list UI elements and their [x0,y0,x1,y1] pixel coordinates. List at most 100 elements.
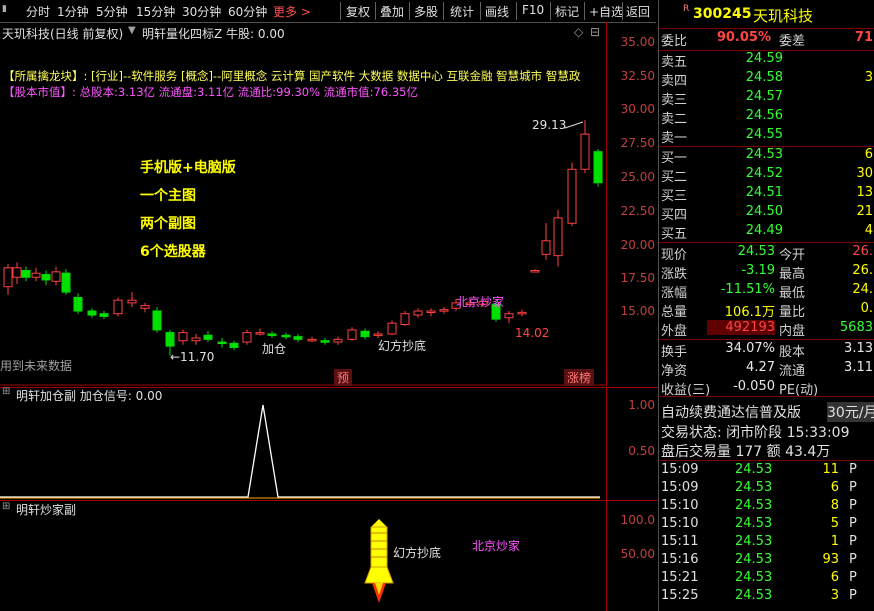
bid-row: 买一 24.53 6 [659,147,874,166]
trade-volume: 6 [830,480,839,495]
after-hours-row: 盘后交易量 177 额 43.4万 [659,441,874,460]
candle-body [203,334,213,340]
candle-body [87,310,97,316]
tab-30min[interactable]: 30分钟 [182,3,221,20]
candle-body [293,336,303,340]
bid-price: 24.52 [745,166,783,181]
bid-price: 24.50 [745,204,783,219]
fuquan-button[interactable]: 复权 [346,3,370,20]
trade-side: P [849,552,857,567]
ask-row: 卖二 24.56 [659,108,874,127]
candle-body [387,322,397,335]
trade-price: 24.53 [735,462,773,477]
ytick: 27.50 [620,136,655,150]
ytick: 25.00 [620,170,655,184]
stat-value: 3.11 [844,360,873,375]
candle-body [267,333,277,336]
sub-panel-trader[interactable]: ⊞ 明轩炒家副 幻方抄底 北京炒家 100.0 50.00 [0,501,658,611]
ask-row: 卖五 24.59 [659,51,874,70]
stat-label: 最高 [779,267,806,282]
status-row: 交易状态: 闭市阶段 15:33:09 [659,422,874,441]
ask-label: 卖三 [661,93,688,108]
candle-body [191,337,201,342]
tab-1min[interactable]: 1分钟 [57,3,89,20]
trade-time: 15:21 [661,570,699,585]
main-kline-panel[interactable]: 天玑科技(日线 前复权) ▼ 明轩量化四标Z 牛股: 0.00 ◇ ⊟ 【所属擒… [0,22,658,388]
trade-time: 15:10 [661,516,699,531]
tick-trade-row: 15:09 24.53 11 P [659,462,874,480]
stat-value: 26. [852,263,873,278]
ytick: 30.00 [620,102,655,116]
ask-row: 卖四 24.58 3 [659,70,874,89]
candle-body [541,240,551,255]
mark-button[interactable]: 标记 [555,3,579,20]
overlay-button[interactable]: 叠加 [380,3,404,20]
stat-row: 现价 24.53 今开 26. [659,244,874,263]
candle-body [217,341,227,345]
trade-volume: 93 [822,552,839,567]
ad-row[interactable]: 自动续费通达信普及版 30元/月 [659,402,874,422]
multi-stock-button[interactable]: 多股 [414,3,438,20]
stat-row: 涨幅 -11.51% 最低 24. [659,282,874,301]
bid-label: 买三 [661,189,688,204]
tick-trade-row: 15:21 24.53 6 P [659,570,874,588]
trade-volume: 3 [830,588,839,603]
zhangting-tag: 涨榜 [564,369,595,386]
bid-row: 买二 24.52 30 [659,166,874,185]
f10-button[interactable]: F10 [522,3,544,17]
stat-value: 4.27 [746,360,775,375]
stat-label: 涨幅 [661,286,688,301]
quote-header: R 300245 天玑科技 [659,4,874,26]
tab-fenshi[interactable]: 分时 [26,3,50,20]
ytick: 22.50 [620,204,655,218]
stat-value: 492193 [707,320,775,335]
bid-price: 24.49 [745,223,783,238]
weibi-row: 委比 90.05% 委差 71 [659,30,874,49]
trade-price: 24.53 [735,534,773,549]
ad-price[interactable]: 30元/月 [827,402,874,422]
candle-body [281,334,291,338]
stock-code: 300245 [693,6,752,22]
bid-volume: 13 [856,185,873,200]
stat-row: 换手 34.07% 股本 3.13 [659,341,874,360]
more-periods-button[interactable]: 更多 > [273,3,311,20]
ytick: 100.0 [620,513,655,527]
bid-price: 24.53 [745,147,783,162]
stat-value: -11.51% [720,282,775,297]
tick-trade-row: 15:16 24.53 93 P [659,552,874,570]
tab-60min[interactable]: 60分钟 [228,3,267,20]
trade-volume: 6 [830,570,839,585]
bid-price: 24.51 [745,185,783,200]
ask-row: 卖三 24.57 [659,89,874,108]
after-hours-volume: 盘后交易量 177 额 43.4万 [661,444,831,460]
candle-body [333,338,343,343]
beijing-label: 北京炒家 [472,539,521,553]
stat-row: 净资 4.27 流通 3.11 [659,360,874,379]
candle-body [567,168,577,224]
bid-label: 买二 [661,170,688,185]
ytick: 15.00 [620,304,655,318]
candle-body [61,272,71,293]
add-favorite-button[interactable]: +自选 [589,3,623,20]
ask-label: 卖五 [661,55,688,70]
candle-body [593,151,603,184]
back-button[interactable]: 返回 [626,3,650,20]
ad-text[interactable]: 自动续费通达信普及版 [661,402,801,422]
trade-time: 15:25 [661,588,699,603]
add-signal-chart [0,404,600,499]
trade-price: 24.53 [735,516,773,531]
beijing-label: 北京炒家 [456,295,505,309]
ytick: 17.50 [620,271,655,285]
sub-panel-add-position[interactable]: ⊞ 明轩加仓副 加仓信号: 0.00 1.00 0.50 [0,386,658,501]
tab-15min[interactable]: 15分钟 [136,3,175,20]
candle-body [99,313,109,317]
candle-body [73,297,83,312]
candle-body [41,274,51,281]
draw-line-button[interactable]: 画线 [485,3,509,20]
stat-label: 量比 [779,305,806,320]
trade-status: 交易状态: 闭市阶段 15:33:09 [661,425,850,441]
tab-5min[interactable]: 5分钟 [96,3,128,20]
stat-value: 3.13 [844,341,873,356]
candle-body [320,340,330,343]
statistics-button[interactable]: 统计 [450,3,474,20]
